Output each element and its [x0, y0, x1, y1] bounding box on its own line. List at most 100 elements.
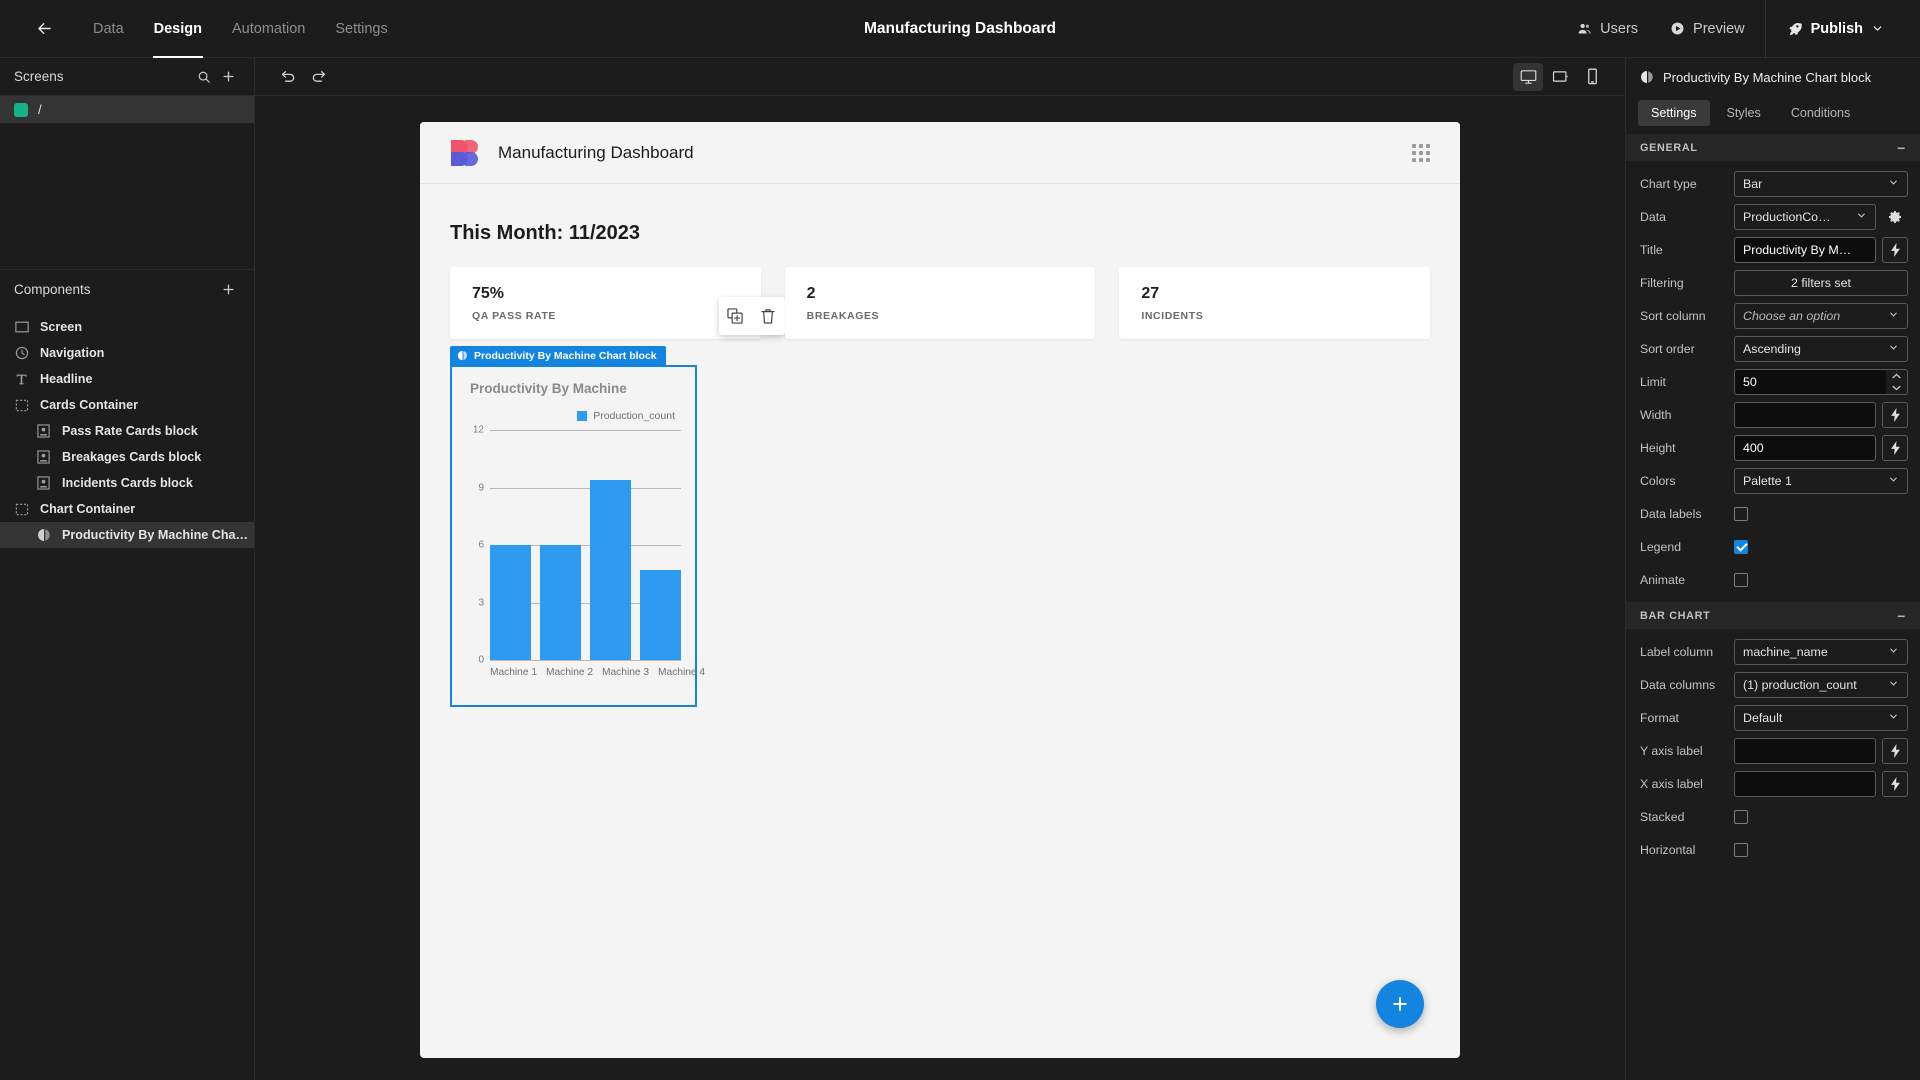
component-item-breakages-cards-block[interactable]: Breakages Cards block [0, 444, 254, 470]
preview-button[interactable]: Preview [1654, 0, 1761, 58]
screen-route-label: / [38, 102, 42, 117]
general-section-header[interactable]: GENERAL − [1626, 134, 1920, 161]
component-item-chart-container[interactable]: Chart Container [0, 496, 254, 522]
tab-design[interactable]: Design [139, 0, 217, 58]
setting-row-chart-type: Chart type Bar [1626, 167, 1920, 200]
setting-row-data-labels: Data labels [1626, 497, 1920, 530]
grid-dots-icon[interactable] [1412, 143, 1430, 162]
data-columns-select[interactable]: (1) production_count [1734, 671, 1908, 698]
device-mobile-button[interactable] [1577, 63, 1607, 91]
bolt-icon[interactable] [1882, 770, 1908, 797]
trash-icon[interactable] [760, 308, 776, 325]
y-tick-label: 0 [478, 654, 484, 666]
title-input[interactable]: Productivity By M… [1734, 236, 1876, 263]
text-icon [14, 372, 29, 387]
component-item-productivity-by-machine-chart[interactable]: Productivity By Machine Cha… [0, 522, 254, 548]
bar-machine-4[interactable] [640, 569, 681, 660]
gear-icon[interactable] [1882, 204, 1908, 230]
legend-checkbox[interactable] [1734, 539, 1748, 554]
limit-input[interactable]: 50 [1734, 368, 1886, 395]
barchart-section-header[interactable]: BAR CHART − [1626, 602, 1920, 629]
height-input[interactable]: 400 [1734, 434, 1876, 461]
device-tablet-button[interactable] [1545, 63, 1575, 91]
minus-icon[interactable]: − [1897, 609, 1906, 623]
add-component-icon[interactable] [216, 277, 240, 301]
add-component-fab[interactable]: + [1376, 980, 1424, 1028]
setting-label: Chart type [1640, 176, 1697, 191]
chevron-down-icon [1888, 309, 1899, 323]
setting-label: Colors [1640, 473, 1676, 488]
card-icon [36, 476, 51, 491]
top-bar-actions: Users Preview Publish [1561, 0, 1920, 58]
incidents-card[interactable]: 27 INCIDENTS [1119, 267, 1431, 339]
stepper-down-icon[interactable] [1886, 382, 1907, 394]
stacked-checkbox[interactable] [1734, 809, 1748, 824]
sort-column-select[interactable]: Choose an option [1734, 302, 1908, 329]
setting-label: Format [1640, 710, 1679, 725]
component-item-screen[interactable]: Screen [0, 314, 254, 340]
data-source-value: ProductionCo… [1743, 209, 1831, 224]
chevron-down-icon [1873, 26, 1882, 31]
bar-machine-3[interactable] [590, 479, 631, 660]
device-desktop-button[interactable] [1513, 62, 1543, 91]
undo-button[interactable] [273, 62, 303, 92]
x-axis-label-input[interactable] [1734, 770, 1876, 797]
tab-automation[interactable]: Automation [217, 0, 320, 58]
duplicate-icon[interactable] [727, 308, 743, 324]
filtering-button[interactable]: 2 filters set [1734, 269, 1908, 296]
component-item-navigation[interactable]: Navigation [0, 340, 254, 366]
horizontal-checkbox[interactable] [1734, 842, 1748, 857]
width-input[interactable] [1734, 401, 1876, 428]
screen-row[interactable]: / [0, 96, 254, 123]
component-label: Chart Container [40, 502, 136, 516]
bolt-icon[interactable] [1882, 236, 1908, 263]
sort-order-select[interactable]: Ascending [1734, 335, 1908, 362]
back-button[interactable] [24, 9, 64, 49]
bolt-icon[interactable] [1882, 401, 1908, 428]
breakages-card[interactable]: 2 BREAKAGES [784, 267, 1096, 339]
general-rows: Chart type Bar Data ProductionCo… Title … [1626, 161, 1920, 602]
users-button[interactable]: Users [1561, 0, 1654, 58]
search-icon[interactable] [192, 65, 216, 89]
bar-machine-1[interactable] [490, 545, 531, 660]
component-label: Screen [40, 320, 83, 334]
setting-label: Data [1640, 209, 1666, 224]
redo-button[interactable] [303, 62, 333, 92]
bolt-icon[interactable] [1882, 737, 1908, 764]
y-tick-label: 3 [478, 597, 484, 608]
selected-block-tab[interactable]: Productivity By Machine Chart block [450, 346, 666, 365]
colors-select[interactable]: Palette 1 [1734, 467, 1908, 494]
add-screen-icon[interactable] [216, 65, 240, 89]
site-title: Manufacturing Dashboard [498, 142, 694, 162]
bar-machine-2[interactable] [540, 545, 581, 660]
arrow-left-icon [37, 23, 51, 34]
pass-rate-card[interactable]: 75% QA PASS RATE [450, 267, 785, 339]
tab-conditions[interactable]: Conditions [1778, 100, 1864, 126]
tab-styles[interactable]: Styles [1714, 100, 1774, 126]
format-select[interactable]: Default [1734, 704, 1908, 731]
data-source-select[interactable]: ProductionCo… [1734, 203, 1876, 230]
chart-type-select[interactable]: Bar [1734, 170, 1908, 197]
card-value: 27 [1141, 285, 1160, 302]
component-item-headline[interactable]: Headline [0, 366, 254, 392]
tab-data[interactable]: Data [78, 0, 139, 58]
axis-line [490, 660, 681, 661]
setting-row-filtering: Filtering 2 filters set [1626, 266, 1920, 299]
animate-checkbox[interactable] [1734, 572, 1748, 587]
component-item-incidents-cards-block[interactable]: Incidents Cards block [0, 470, 254, 496]
settings-tabs: Settings Styles Conditions [1626, 96, 1920, 134]
publish-button[interactable]: Publish [1766, 0, 1902, 58]
bolt-icon[interactable] [1882, 434, 1908, 461]
stepper-up-icon[interactable] [1886, 370, 1907, 382]
tab-settings[interactable]: Settings [1638, 100, 1710, 126]
tab-settings[interactable]: Settings [320, 0, 402, 58]
canvas-wrapper: Manufacturing Dashboard This Month: 11/2… [255, 96, 1625, 1080]
y-axis-label-input[interactable] [1734, 737, 1876, 764]
setting-row-legend: Legend [1626, 530, 1920, 563]
label-column-select[interactable]: machine_name [1734, 638, 1908, 665]
data-labels-checkbox[interactable] [1734, 506, 1748, 521]
minus-icon[interactable]: − [1897, 141, 1906, 155]
component-item-pass-rate-cards-block[interactable]: Pass Rate Cards block [0, 418, 254, 444]
chart-frame[interactable]: Productivity By Machine Production_count… [450, 365, 705, 707]
component-item-cards-container[interactable]: Cards Container [0, 392, 254, 418]
